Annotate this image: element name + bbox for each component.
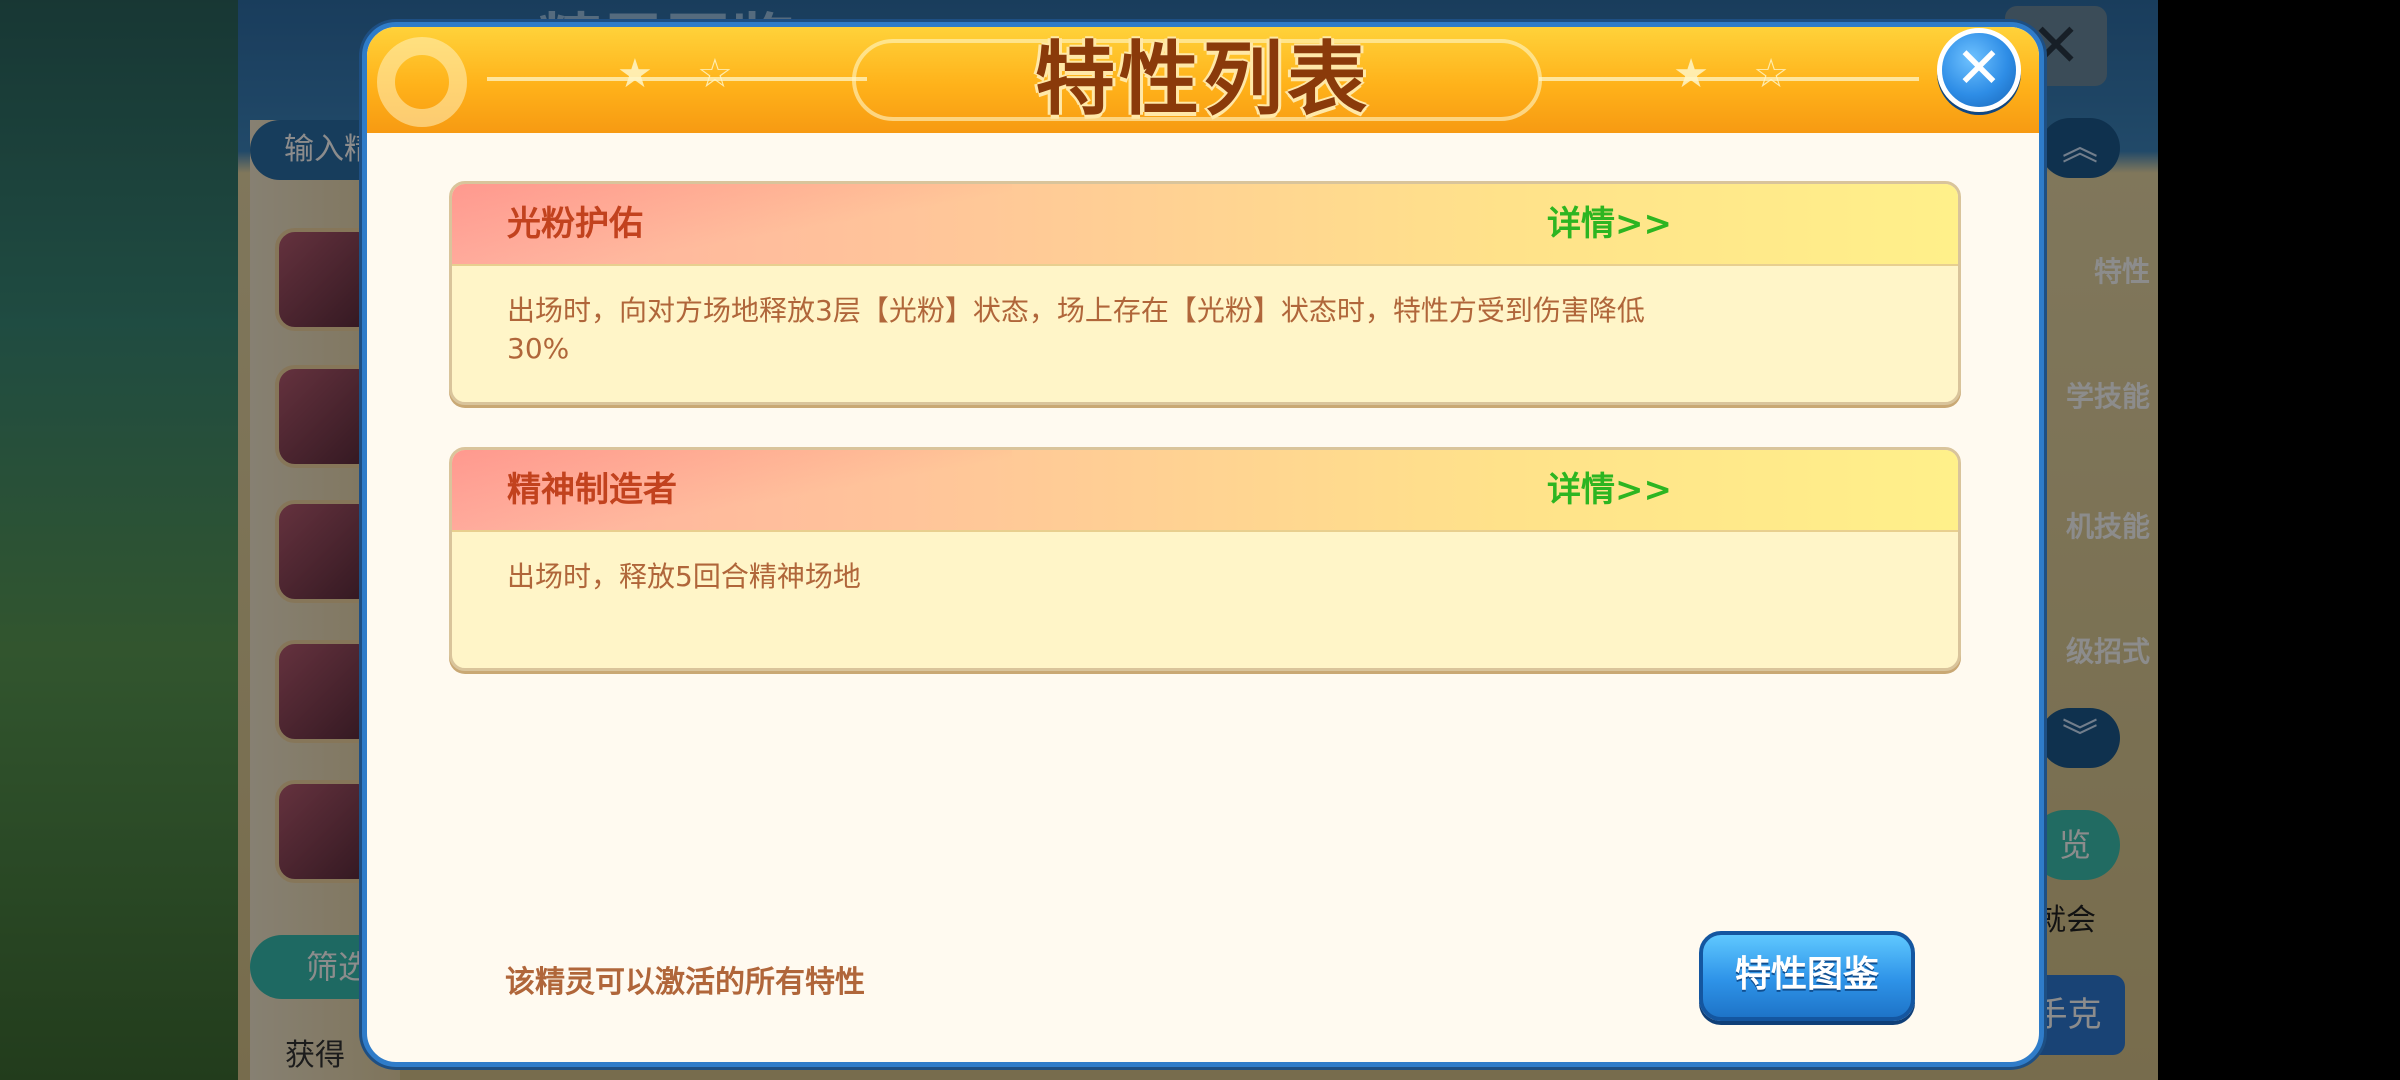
trait-description: 出场时，释放5回合精神场地 <box>507 560 861 593</box>
trait-codex-button[interactable]: 特性图鉴 <box>1699 931 1915 1021</box>
trait-card: 光粉护佑 详情>> 出场时，向对方场地释放3层【光粉】状态，场上存在【光粉】状态… <box>449 181 1961 405</box>
close-icon[interactable]: ✕ <box>1937 28 2021 112</box>
trait-name: 精神制造者 <box>507 470 677 510</box>
trait-header: 光粉护佑 详情>> <box>452 184 1958 266</box>
footer-hint: 该精灵可以激活的所有特性 <box>505 965 865 1000</box>
trait-detail-link[interactable]: 详情>> <box>1547 450 1672 530</box>
trait-description: 出场时，向对方场地释放3层【光粉】状态，场上存在【光粉】状态时，特性方受到伤害降… <box>507 294 1645 365</box>
trait-name: 光粉护佑 <box>507 204 643 244</box>
modal-header: ★ ☆ ★ ☆ 特性列表 <box>367 27 2039 133</box>
trait-list-modal: ★ ☆ ★ ☆ 特性列表 光粉护佑 详情>> 出场时，向对方场地释放3层【光粉】… <box>362 22 2044 1067</box>
modal-title: 特性列表 <box>1035 33 1371 126</box>
trait-card: 精神制造者 详情>> 出场时，释放5回合精神场地 <box>449 447 1961 671</box>
trait-header: 精神制造者 详情>> <box>452 450 1958 532</box>
trait-detail-link[interactable]: 详情>> <box>1547 184 1672 264</box>
